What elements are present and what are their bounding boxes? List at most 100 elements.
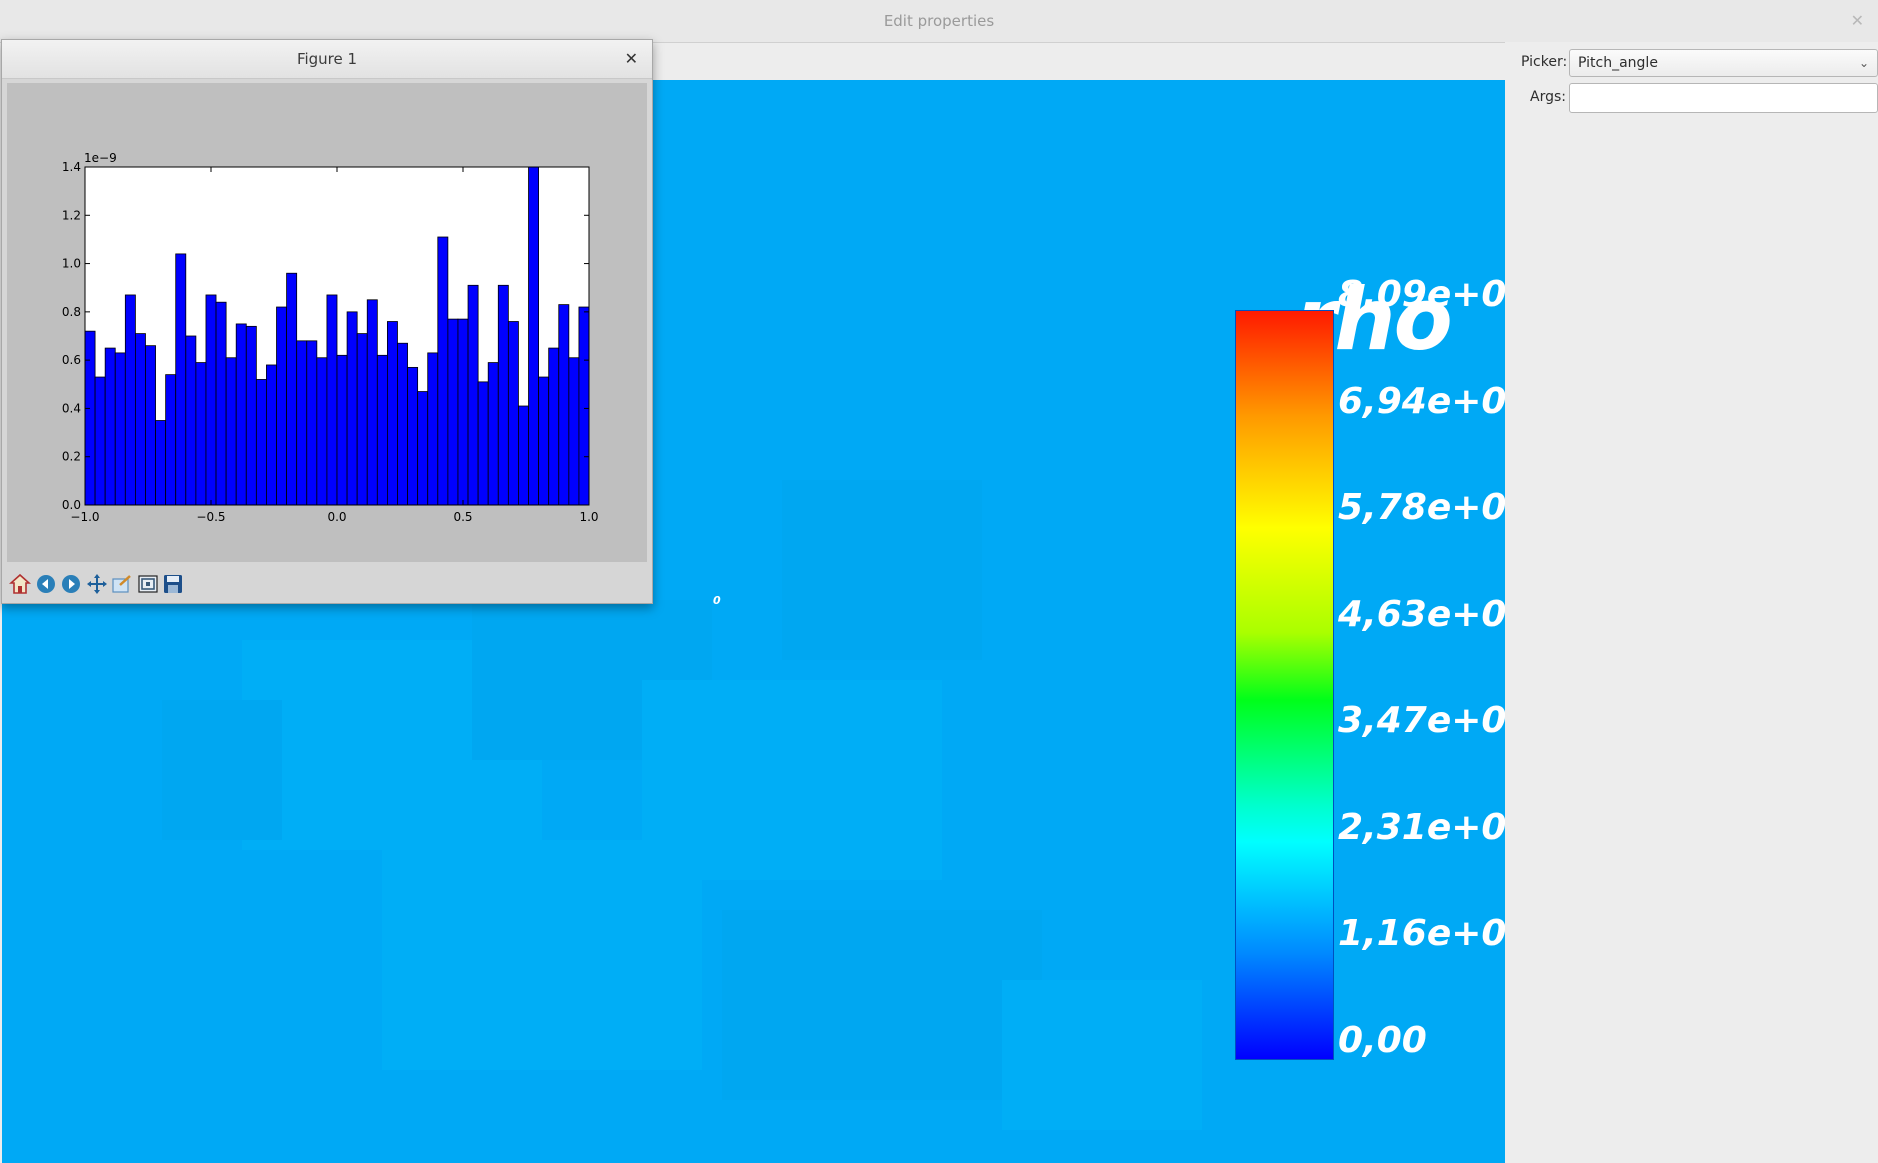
main-window-titlebar: Edit properties ✕ bbox=[0, 0, 1878, 43]
picker-selected-value: Pitch_angle bbox=[1578, 55, 1658, 71]
back-icon bbox=[36, 575, 55, 593]
toolbar-forward-button[interactable] bbox=[57, 570, 83, 596]
histogram-bar bbox=[165, 374, 177, 506]
colorbar-tick-label: 3,47e+06 bbox=[1338, 700, 1505, 742]
colorbar-tick-label: 6,94e+06 bbox=[1338, 380, 1505, 422]
histogram-bar bbox=[437, 236, 449, 506]
toolbar-back-button[interactable] bbox=[32, 570, 58, 596]
y-offset-label: 1e−9 bbox=[84, 151, 117, 165]
histogram-bar bbox=[155, 420, 167, 506]
histogram-bar bbox=[185, 335, 197, 506]
histogram-bar bbox=[427, 352, 439, 506]
histogram-bar bbox=[497, 284, 509, 506]
forward-icon bbox=[62, 575, 80, 593]
mesh-patch bbox=[782, 480, 982, 660]
main-window-title: Edit properties bbox=[883, 12, 995, 30]
histogram-bar bbox=[558, 304, 570, 506]
histogram-bar bbox=[376, 354, 388, 506]
y-tick-label: 0.4 bbox=[62, 401, 81, 415]
mesh-patch bbox=[1002, 980, 1202, 1130]
histogram-bar bbox=[366, 299, 378, 506]
properties-panel: Picker: Pitch_angle ⌄ Args: bbox=[1505, 42, 1878, 1163]
histogram-bar bbox=[507, 321, 519, 506]
mesh-patch bbox=[162, 700, 282, 840]
colorbar-tick-label: 4,63e+06 bbox=[1338, 593, 1505, 635]
histogram-bar bbox=[447, 318, 459, 506]
y-tick-label: 0.8 bbox=[62, 305, 81, 319]
histogram-bar bbox=[266, 364, 277, 506]
histogram-bar bbox=[134, 333, 146, 506]
histogram-bar bbox=[407, 366, 419, 506]
colorbar-tick-label: 0,00 bbox=[1338, 1020, 1427, 1061]
histogram-bar bbox=[114, 352, 126, 506]
picker-label: Picker: bbox=[1521, 54, 1568, 70]
toolbar-zoom-button[interactable] bbox=[108, 570, 134, 596]
colorbar-tick-label: 1,16e+06 bbox=[1338, 913, 1505, 955]
histogram-bar bbox=[235, 323, 247, 506]
toolbar-home-button[interactable] bbox=[6, 570, 32, 596]
histogram-bar bbox=[175, 253, 187, 506]
histogram-bar bbox=[326, 294, 338, 506]
histogram-bar bbox=[84, 330, 96, 506]
histogram-bar bbox=[356, 333, 368, 506]
y-tick-label: 1.4 bbox=[62, 160, 81, 174]
histogram-bar bbox=[548, 347, 560, 506]
histogram-bar bbox=[215, 301, 227, 506]
chevron-down-icon: ⌄ bbox=[1858, 56, 1869, 70]
histogram-bar bbox=[467, 284, 479, 506]
histogram-bar bbox=[306, 340, 318, 506]
args-input[interactable] bbox=[1569, 83, 1878, 113]
histogram-bar bbox=[336, 354, 348, 506]
histogram-bar bbox=[276, 306, 287, 506]
colorbar-gradient bbox=[1235, 310, 1334, 1060]
y-tick-label: 0.6 bbox=[62, 353, 81, 367]
figure-window: Figure 1 ✕ −1.0 −0.5 0.0 0.5 1.0 0.0 0.2 0.4 0.6… bbox=[1, 39, 653, 604]
histogram-bar bbox=[518, 405, 529, 506]
histogram-bar bbox=[457, 318, 469, 506]
histogram-bar bbox=[145, 345, 156, 506]
histogram-bar bbox=[477, 381, 489, 506]
configure-subplots-icon bbox=[137, 575, 158, 593]
histogram-bar bbox=[205, 294, 217, 506]
histogram-bar bbox=[225, 357, 237, 506]
home-icon bbox=[9, 573, 31, 594]
histogram-bar bbox=[296, 340, 308, 506]
histogram-bar bbox=[94, 376, 106, 506]
main-window-close-icon[interactable]: ✕ bbox=[1851, 0, 1864, 42]
zoom-icon bbox=[112, 575, 131, 593]
y-tick-label: 0.2 bbox=[62, 450, 81, 464]
histogram-bar bbox=[538, 376, 550, 506]
histogram-bar bbox=[286, 272, 298, 506]
histogram-bar bbox=[417, 391, 429, 506]
x-tick-label: −1.0 bbox=[70, 510, 99, 524]
histogram-bar bbox=[245, 325, 257, 506]
histogram-bar bbox=[568, 357, 580, 506]
mesh-patch bbox=[722, 910, 1042, 1100]
histogram-bar bbox=[255, 379, 267, 506]
toolbar-configure-subplots-button[interactable] bbox=[134, 570, 160, 596]
toolbar-pan-button[interactable] bbox=[83, 570, 109, 596]
histogram-chart: −1.0 −0.5 0.0 0.5 1.0 0.0 0.2 0.4 0.6 0.8 1.0 1.2 1.… bbox=[62, 151, 599, 524]
figure-close-icon[interactable]: ✕ bbox=[625, 40, 638, 78]
picker-select[interactable]: Pitch_angle ⌄ bbox=[1569, 49, 1878, 77]
colorbar-tick-label: 5,78e+06 bbox=[1338, 487, 1505, 529]
x-tick-label: 1.0 bbox=[579, 510, 598, 524]
histogram-bar bbox=[528, 166, 540, 506]
mesh-patch bbox=[382, 840, 702, 1070]
x-tick-label: 0.0 bbox=[327, 510, 346, 524]
axis-origin-label: 0 bbox=[713, 594, 721, 607]
histogram-bar bbox=[104, 347, 116, 506]
figure-canvas[interactable]: −1.0 −0.5 0.0 0.5 1.0 0.0 0.2 0.4 0.6 0.8 1.0 1.2 1.… bbox=[7, 83, 647, 562]
args-label: Args: bbox=[1530, 89, 1566, 105]
histogram-bar bbox=[397, 342, 408, 506]
histogram-bar bbox=[346, 311, 358, 506]
colorbar-tick-label: 2,31e+06 bbox=[1338, 806, 1505, 848]
colorbar-tick-label: 8,09e+06 bbox=[1338, 274, 1505, 315]
x-tick-label: −0.5 bbox=[196, 510, 225, 524]
y-tick-label: 0.0 bbox=[62, 498, 81, 512]
toolbar-save-button[interactable] bbox=[159, 570, 185, 596]
save-icon bbox=[164, 575, 182, 593]
histogram-bar bbox=[578, 306, 590, 506]
y-tick-label: 1.0 bbox=[62, 257, 81, 271]
histogram-bar bbox=[316, 357, 328, 506]
